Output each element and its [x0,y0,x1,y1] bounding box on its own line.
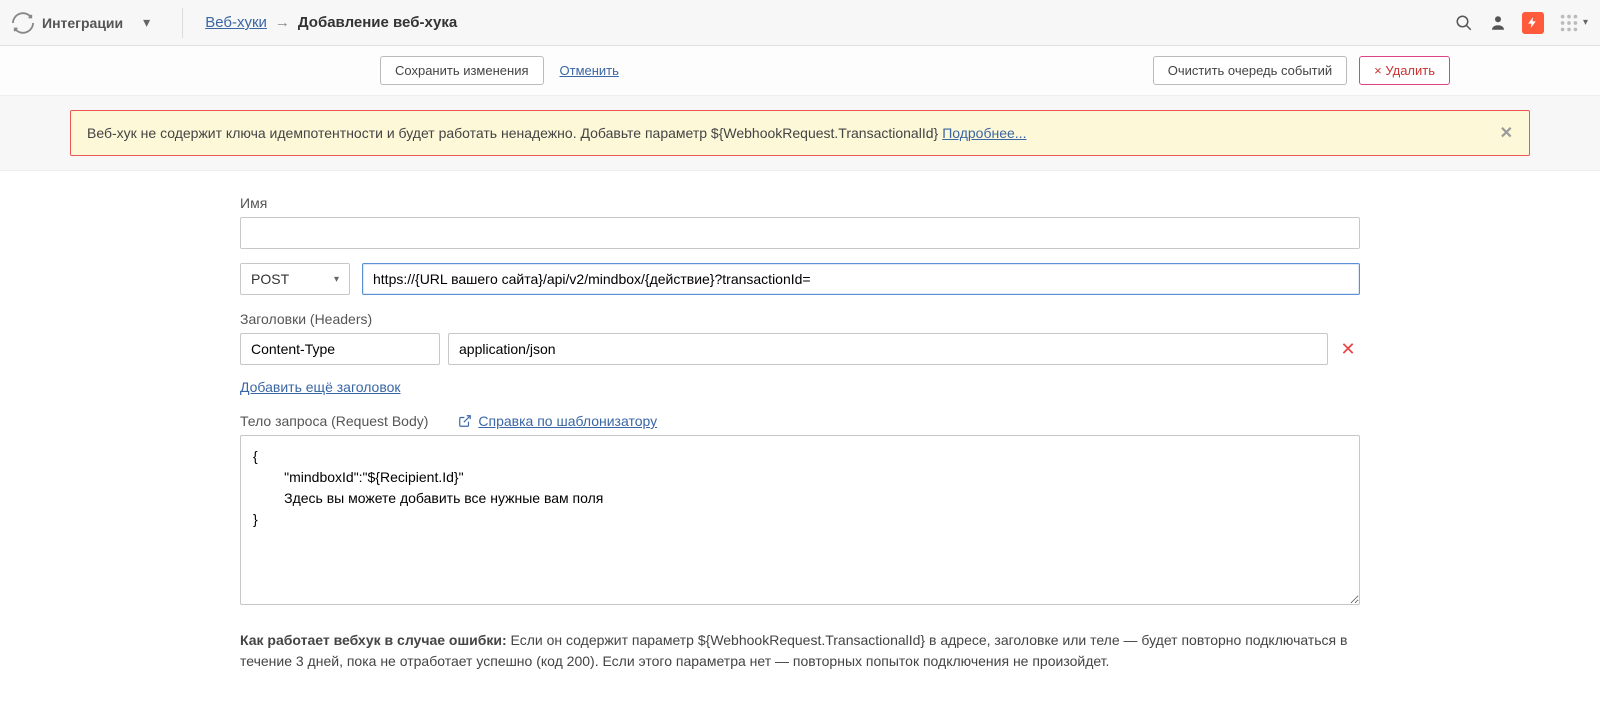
brand-label: Интеграции [42,15,123,31]
http-method-select[interactable]: POST ▾ [240,263,350,295]
cancel-link[interactable]: Отменить [560,63,619,78]
topbar-right: ▾ [1454,12,1588,34]
headers-label: Заголовки (Headers) [240,311,1360,327]
chevron-down-icon: ▾ [334,274,339,285]
alert-more-link[interactable]: Подробнее... [942,125,1026,141]
name-label: Имя [240,195,1360,211]
header-row: ✕ [240,333,1360,365]
header-name-input[interactable] [240,333,440,365]
form-area: Имя POST ▾ Заголовки (Headers) ✕ Добавит… [230,195,1370,672]
warning-alert: Веб-хук не содержит ключа идемпотентност… [70,110,1530,156]
help-text: Как работает вебхук в случае ошибки: Есл… [240,630,1360,672]
save-button[interactable]: Сохранить изменения [380,56,544,85]
header-value-input[interactable] [448,333,1328,365]
request-body-textarea[interactable] [240,435,1360,605]
template-help-link[interactable]: Справка по шаблонизатору [458,413,657,429]
delete-button[interactable]: Удалить [1359,56,1450,85]
actionbar: Сохранить изменения Отменить Очистить оч… [0,46,1600,96]
search-icon[interactable] [1454,13,1474,33]
app-grid-menu[interactable]: ▾ [1558,12,1588,34]
external-link-icon [458,414,472,428]
brand[interactable]: Интеграции [12,12,123,34]
bolt-icon[interactable] [1522,12,1544,34]
breadcrumb: Веб-хуки → Добавление веб-хука [205,14,457,31]
topbar-left: Интеграции ▾ Веб-хуки → Добавление веб-х… [12,8,457,38]
clear-queue-button[interactable]: Очистить очередь событий [1153,56,1347,85]
alert-text: Веб-хук не содержит ключа идемпотентност… [87,125,938,141]
breadcrumb-link-webhooks[interactable]: Веб-хуки [205,14,267,31]
add-header-link[interactable]: Добавить ещё заголовок [240,379,401,395]
user-icon[interactable] [1488,13,1508,33]
alert-close-icon[interactable]: ✕ [1500,123,1513,143]
breadcrumb-current: Добавление веб-хука [298,14,457,31]
brand-dropdown-caret[interactable]: ▾ [133,8,160,37]
help-text-bold: Как работает вебхук в случае ошибки: [240,632,507,648]
template-help-text: Справка по шаблонизатору [478,413,657,429]
method-url-row: POST ▾ [240,263,1360,295]
name-input[interactable] [240,217,1360,249]
integrations-icon [12,12,34,34]
topbar: Интеграции ▾ Веб-хуки → Добавление веб-х… [0,0,1600,46]
chevron-down-icon: ▾ [1583,17,1588,28]
http-method-value: POST [251,271,289,287]
remove-header-icon[interactable]: ✕ [1336,339,1360,360]
breadcrumb-arrow: → [275,14,290,31]
app-grid-icon [1558,12,1580,34]
divider [182,8,183,38]
body-label: Тело запроса (Request Body) [240,413,428,429]
alert-section: Веб-хук не содержит ключа идемпотентност… [0,96,1600,171]
url-input[interactable] [362,263,1360,295]
body-label-row: Тело запроса (Request Body) Справка по ш… [240,413,1360,429]
